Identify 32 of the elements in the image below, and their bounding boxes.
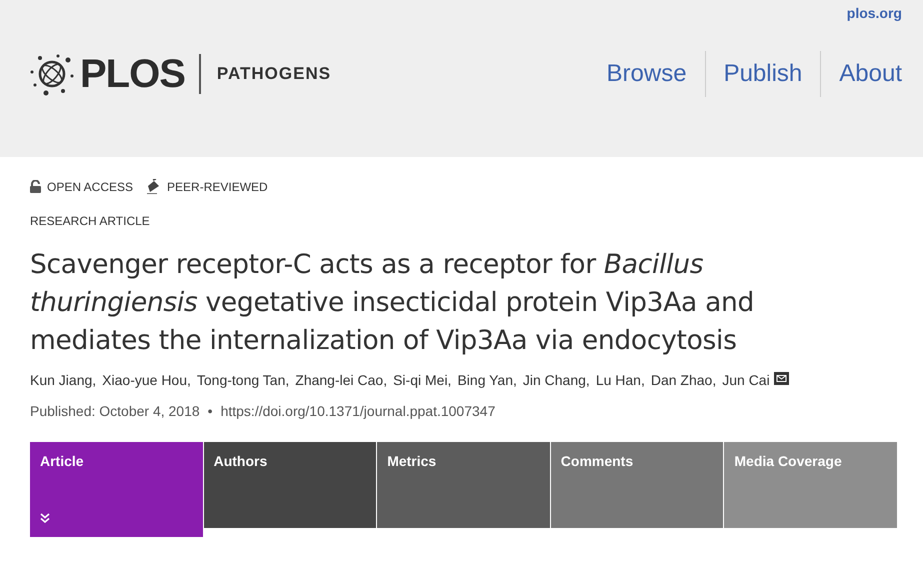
- article-tab[interactable]: Comments: [550, 442, 724, 528]
- author-link[interactable]: Xiao-yue Hou,: [102, 372, 191, 388]
- nav-link[interactable]: Publish: [704, 51, 820, 97]
- author-link[interactable]: Jin Chang,: [522, 372, 590, 388]
- nav-link[interactable]: Browse: [588, 51, 705, 97]
- author-link[interactable]: Tong-tong Tan,: [196, 372, 290, 388]
- article-tab[interactable]: Article: [30, 442, 203, 537]
- article-tab[interactable]: Metrics: [377, 442, 550, 528]
- doi-link[interactable]: https://doi.org/10.1371/journal.ppat.1007347: [220, 403, 496, 419]
- unlock-icon: [30, 180, 41, 193]
- logo-icon: [30, 52, 74, 96]
- author-link[interactable]: Si-qi Mei,: [393, 372, 452, 388]
- author-link[interactable]: Kun Jiang,: [30, 372, 96, 388]
- chevron-down-icon: [40, 513, 50, 523]
- author-link[interactable]: Jun Cai: [722, 372, 770, 388]
- email-icon[interactable]: [774, 372, 789, 385]
- article-type: RESEARCH ARTICLE: [30, 214, 151, 228]
- publish-date: Published: October 4, 2018: [30, 403, 200, 419]
- author-link[interactable]: Zhang-lei Cao,: [295, 372, 388, 388]
- nav-link[interactable]: About: [820, 51, 902, 97]
- badge-label: PEER-REVIEWED: [167, 180, 268, 194]
- journal-name: PATHOGENS: [216, 64, 332, 84]
- article-title: Scavenger receptor-C acts as a receptor for Bacillus thuringiensis vegetative insecticidal protein Vip3Aa and mediates the internalization of Vip3Aa via endocytosis: [30, 248, 756, 358]
- author-link[interactable]: Bing Yan,: [457, 372, 517, 388]
- separator-dot: •: [208, 403, 213, 419]
- brand-name: PLOS: [80, 52, 185, 96]
- author-link[interactable]: Lu Han,: [596, 372, 645, 388]
- site-link[interactable]: plos.org: [846, 5, 902, 27]
- badge-label: OPEN ACCESS: [47, 180, 134, 194]
- author-link[interactable]: Dan Zhao,: [650, 372, 716, 388]
- article-tab[interactable]: Authors: [204, 442, 376, 528]
- pen-icon: [147, 179, 162, 194]
